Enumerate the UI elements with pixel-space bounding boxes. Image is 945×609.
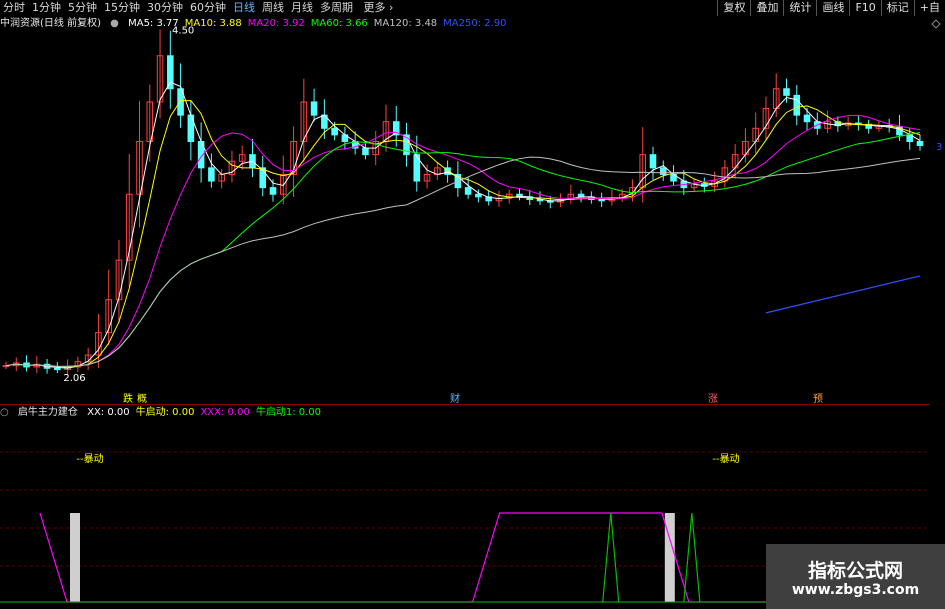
right-axis-tick: 3	[936, 142, 942, 153]
diamond-icon	[931, 19, 941, 29]
high-price-label: 4.50	[172, 25, 194, 36]
event-marker-3: 涨	[708, 393, 718, 405]
candle-body	[310, 101, 318, 116]
candle-body	[362, 147, 369, 156]
xxx-line	[39, 512, 770, 603]
candle-body	[331, 127, 338, 136]
kline-chart[interactable]: 4.50 2.06 3 跌概 财 涨 预 --暴动 --暴动	[0, 0, 945, 609]
low-price-label: 2.06	[63, 373, 85, 384]
candle-body	[464, 187, 472, 195]
event-marker-1: 概	[137, 392, 147, 405]
candle-body	[916, 140, 924, 146]
event-marker-4: 预	[813, 393, 823, 405]
event-marker-0: 跌	[123, 392, 133, 405]
candle-body	[803, 114, 811, 123]
candle-body	[649, 154, 657, 169]
ma-line-3	[5, 131, 921, 367]
candle-body	[659, 167, 667, 175]
ma-line-4	[5, 156, 921, 367]
candle-body	[208, 167, 215, 182]
xx-bar	[70, 513, 80, 602]
signal-label-0: --暴动	[76, 453, 103, 465]
candle-body	[793, 94, 801, 116]
watermark-title: 指标公式网	[807, 560, 903, 582]
ma-line-2	[5, 114, 921, 367]
watermark-url: www.zbgs3.com	[791, 582, 920, 598]
candle-body	[167, 55, 174, 90]
candle-body	[783, 88, 790, 96]
niu1-spike	[602, 512, 620, 603]
niu1-spike	[683, 512, 701, 603]
signal-label-1: --暴动	[712, 453, 739, 465]
candle-body	[475, 193, 482, 198]
ma-line-1	[5, 100, 921, 368]
ma250-line	[765, 275, 921, 314]
ma-line-0	[5, 81, 921, 369]
candle-body	[598, 198, 605, 202]
candle-body	[54, 367, 61, 371]
watermark-box: 指标公式网 www.zbgs3.com	[766, 544, 945, 609]
event-marker-2: 财	[450, 392, 460, 405]
candle-body	[269, 187, 277, 195]
